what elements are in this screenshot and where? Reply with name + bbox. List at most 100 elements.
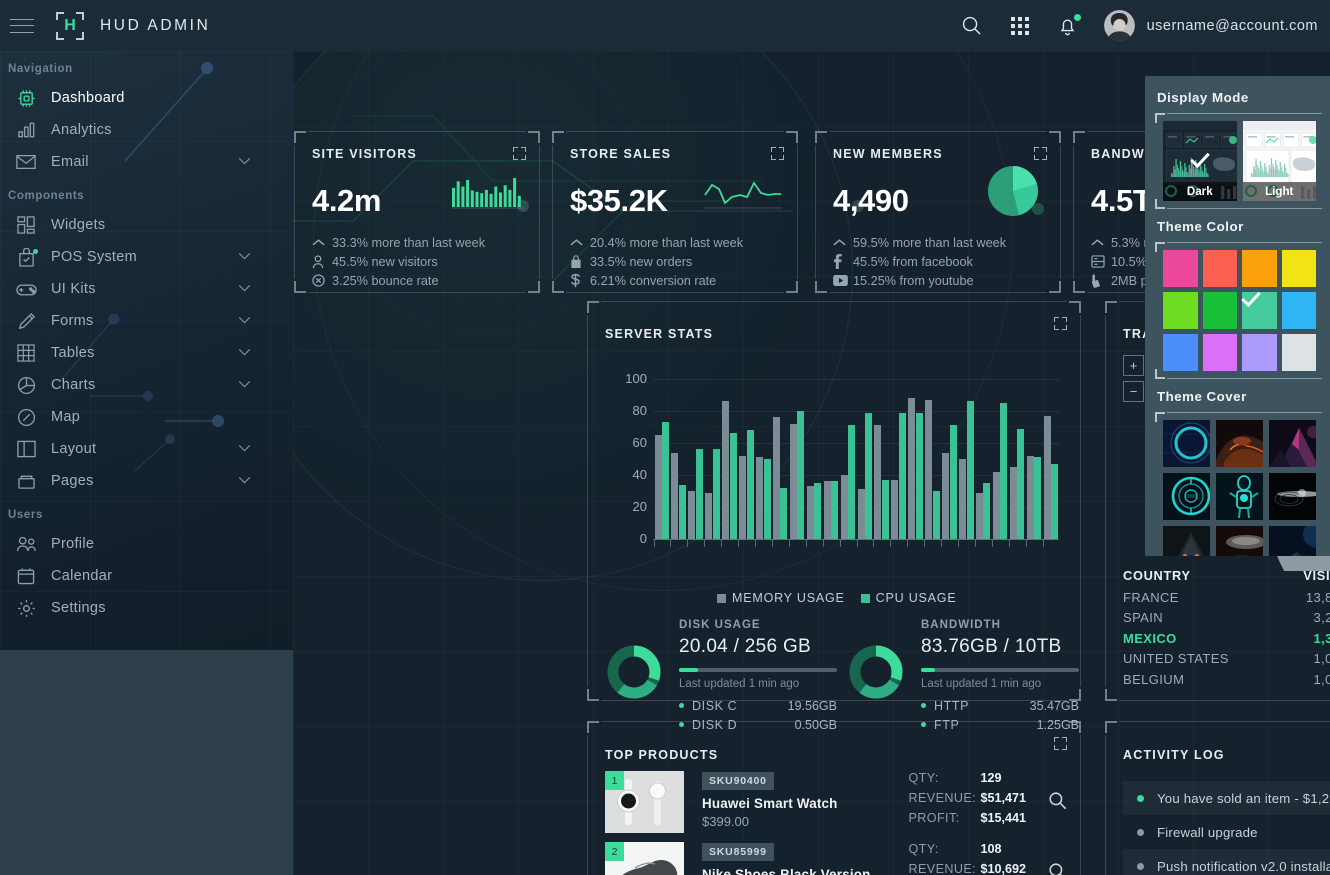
legend-item[interactable]: MEMORY USAGE (717, 591, 845, 605)
legend-item[interactable]: CPU USAGE (860, 591, 957, 605)
product-name: Huawei Smart Watch (702, 796, 838, 811)
sidebar-item-profile[interactable]: Profile (0, 528, 293, 560)
gauge-item-name: DISK C (692, 698, 738, 713)
sidebar-item-map[interactable]: Map (0, 401, 293, 433)
theme-color-swatch[interactable] (1202, 292, 1237, 329)
sidebar-item-label: Map (51, 409, 81, 425)
theme-color-swatch[interactable] (1163, 334, 1198, 371)
theme-cover-orbit-craft[interactable] (1269, 526, 1316, 556)
expand-icon[interactable] (771, 147, 784, 160)
chevron-down-icon[interactable] (238, 348, 251, 358)
hud-line (601, 721, 1067, 722)
theme-color-swatch[interactable] (1242, 334, 1277, 371)
activity-row[interactable]: You have sold an item - $1,299just nowPR… (1123, 781, 1330, 815)
theme-color-swatch[interactable] (1241, 287, 1277, 329)
x-axis-tick (805, 540, 807, 547)
sidebar-item-pos-system[interactable]: POS System (0, 241, 293, 273)
stat-value: 108 (980, 842, 1002, 856)
chevron-down-icon[interactable] (238, 316, 251, 326)
theme-color-swatch[interactable] (1202, 250, 1237, 287)
expand-icon[interactable] (1054, 317, 1067, 330)
sidebar-item-settings[interactable]: Settings (0, 592, 293, 624)
chevron-down-icon[interactable] (238, 284, 251, 294)
display-mode-label: Light (1242, 182, 1316, 201)
table-row[interactable]: SPAIN3,2169.79% (1123, 608, 1330, 629)
stat-label: QTY: (908, 771, 939, 785)
theme-color-swatch[interactable] (1281, 250, 1316, 287)
theme-cover-lava-ridge[interactable] (1216, 420, 1263, 467)
theme-color-swatch[interactable] (1281, 292, 1316, 329)
theme-color-swatch[interactable] (1202, 334, 1237, 371)
theme-cover-burning-ship[interactable] (1216, 526, 1263, 556)
expand-icon[interactable] (1034, 147, 1047, 160)
product-view-icon[interactable] (1048, 862, 1067, 875)
sidebar-item-charts[interactable]: Charts (0, 369, 293, 401)
theme-cover-dark-horizon[interactable] (1269, 473, 1316, 520)
activity-row[interactable]: Push notification v2.0 installation1 min… (1123, 849, 1330, 875)
search-icon[interactable] (960, 14, 983, 37)
sidebar-item-label: Tables (51, 345, 95, 361)
sidebar-item-analytics[interactable]: Analytics (0, 114, 293, 146)
x-axis-tick (839, 540, 841, 547)
theme-cover-night-jet[interactable] (1163, 526, 1210, 556)
avatar[interactable] (1103, 10, 1135, 41)
display-mode-option-dark[interactable]: Dark (1163, 121, 1237, 201)
chevron-down-icon[interactable] (238, 444, 251, 454)
chevron-down-icon[interactable] (238, 476, 251, 486)
x-axis-tick (822, 540, 824, 547)
activity-row[interactable]: Firewall upgrade1 min agoSERVER (1123, 815, 1330, 849)
product-stats: QTY:108REVENUE:$10,692PROFIT:$5,346 (908, 842, 1026, 875)
sidebar-item-label: UI Kits (51, 281, 96, 297)
chevron-down-icon[interactable] (238, 380, 251, 390)
product-view-icon[interactable] (1048, 791, 1067, 810)
sidebar-item-label: Layout (51, 441, 97, 457)
sidebar-item-calendar[interactable]: Calendar (0, 560, 293, 592)
gear-icon (11, 599, 41, 618)
bullet-dot (921, 703, 926, 708)
table-row[interactable]: BELGIUM1,0453.18% (1123, 669, 1330, 690)
nav-section-header: Components (8, 190, 85, 202)
sidebar-item-forms[interactable]: Forms (0, 305, 293, 337)
sidebar-item-tables[interactable]: Tables (0, 337, 293, 369)
theme-color-swatch[interactable] (1163, 292, 1198, 329)
apps-grid-icon[interactable] (1009, 15, 1031, 37)
sidebar-item-pages[interactable]: Pages (0, 465, 293, 497)
theme-cover-magenta-peak[interactable] (1269, 420, 1316, 467)
display-mode-option-light[interactable]: Light (1242, 121, 1316, 201)
gamepad-icon (11, 282, 41, 297)
hud-line (1105, 315, 1106, 687)
gauge-item-value: 19.56GB (787, 698, 837, 713)
gridline (653, 443, 1059, 444)
bar-cpu (949, 425, 957, 539)
product-row[interactable]: 1 SKU90400 Huawei Smart Watch $399.00 QTY: 12… (605, 771, 1067, 842)
table-row[interactable]: FRANCE13,84940.79% (1123, 587, 1330, 608)
status-dot (1137, 862, 1144, 870)
gridline (653, 379, 1059, 380)
hamburger-menu-icon[interactable] (10, 18, 34, 33)
chevron-down-icon[interactable] (238, 252, 251, 262)
theme-cover-radar-dial[interactable] (1163, 473, 1210, 520)
pages-icon (11, 473, 41, 490)
theme-cover-cyber-android[interactable] (1216, 473, 1263, 520)
sidebar-item-layout[interactable]: Layout (0, 433, 293, 465)
sidebar-item-label: Charts (51, 377, 96, 393)
table-row[interactable]: MEXICO1,3984.26% (1123, 628, 1330, 649)
hud-corner (1069, 301, 1081, 313)
theme-cover-hud-ring[interactable] (1163, 420, 1210, 467)
table-row[interactable]: UNITED STATES1,0903.32% (1123, 649, 1330, 670)
sidebar-item-ui-kits[interactable]: UI Kits (0, 273, 293, 305)
sidebar-item-email[interactable]: Email (0, 146, 293, 178)
expand-icon[interactable] (513, 147, 526, 160)
theme-color-swatch[interactable] (1281, 334, 1316, 371)
theme-color-swatch[interactable] (1163, 250, 1198, 287)
bar-memory (925, 399, 933, 539)
sidebar-item-widgets[interactable]: Widgets (0, 209, 293, 241)
chevron-down-icon[interactable] (238, 157, 251, 167)
sidebar-item-dashboard[interactable]: Dashboard (0, 82, 293, 114)
product-row[interactable]: 2SKU85999Nike Shoes Black Version$99.00Q… (605, 842, 1067, 875)
app-logo[interactable]: H (56, 11, 84, 40)
expand-icon[interactable] (1054, 737, 1067, 750)
person-icon (312, 254, 332, 269)
theme-color-swatch[interactable] (1242, 250, 1277, 287)
bell-icon[interactable] (1057, 13, 1081, 37)
